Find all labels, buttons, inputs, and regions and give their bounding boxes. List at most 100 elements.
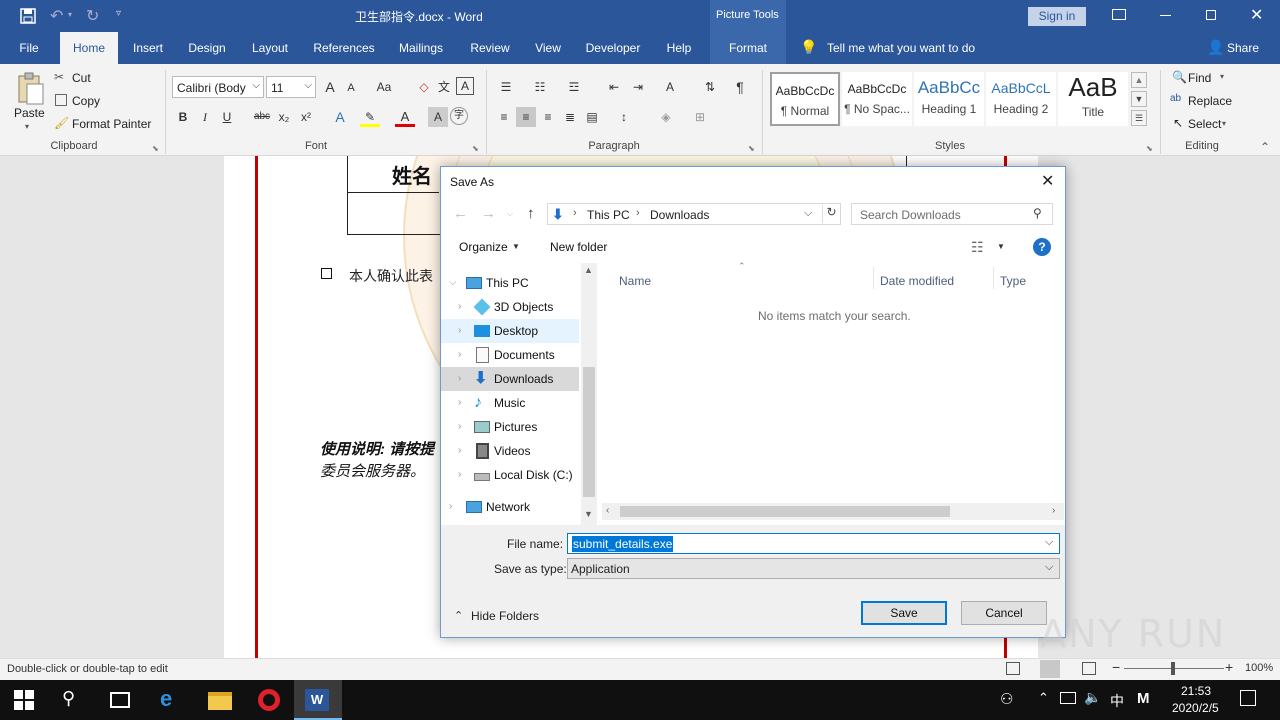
clock-time[interactable]: 21:53 xyxy=(1181,684,1211,698)
expand-chevron-icon[interactable]: › xyxy=(458,439,461,463)
show-formatting-icon[interactable]: ¶ xyxy=(730,77,750,97)
column-header-date-modified[interactable]: Date modified xyxy=(880,274,954,288)
highlight-color-icon[interactable]: ✎ xyxy=(360,107,380,127)
share-button[interactable]: Share xyxy=(1227,41,1259,55)
restore-icon[interactable] xyxy=(1206,10,1216,20)
task-view-icon[interactable] xyxy=(110,692,130,708)
search-input[interactable]: Search Downloads xyxy=(860,208,961,222)
shading-icon[interactable]: ◈ xyxy=(656,107,676,127)
show-hidden-icons-icon[interactable]: ⌃ xyxy=(1038,690,1049,706)
people-icon[interactable]: ⚇ xyxy=(1000,690,1013,708)
save-button[interactable]: Save xyxy=(861,601,947,625)
style-heading-1[interactable]: AaBbCc Heading 1 xyxy=(914,72,984,126)
tab-layout[interactable]: Layout xyxy=(244,32,296,64)
breadcrumb-this-pc[interactable]: This PC xyxy=(587,208,630,222)
save-as-type-select[interactable]: Application ⌵ xyxy=(567,558,1060,579)
minimize-icon[interactable] xyxy=(1160,15,1171,16)
phonetic-guide-icon[interactable]: 文 xyxy=(434,77,454,97)
styles-more-icon[interactable]: ☰ xyxy=(1131,110,1147,126)
paragraph-launcher-icon[interactable]: ⬊ xyxy=(748,144,755,153)
edge-browser-icon[interactable]: e xyxy=(160,686,172,712)
tree-item-documents[interactable]: › Documents xyxy=(441,343,579,367)
clear-formatting-icon[interactable]: ◇ xyxy=(414,77,434,97)
paste-dropdown-icon[interactable]: ▾ xyxy=(25,122,29,131)
collapse-chevron-icon[interactable]: ⌵ xyxy=(449,271,457,295)
chevron-down-icon[interactable]: ⌵ xyxy=(252,80,260,91)
expand-chevron-icon[interactable]: › xyxy=(458,415,461,439)
expand-chevron-icon[interactable]: › xyxy=(458,367,461,391)
back-arrow-icon[interactable]: ← xyxy=(453,205,477,225)
dialog-close-icon[interactable]: ✕ xyxy=(1041,171,1054,191)
column-header-type[interactable]: Type xyxy=(1000,274,1026,288)
address-bar[interactable]: ⬇ › This PC › Downloads ⌵ ↻ xyxy=(547,203,841,225)
chevron-down-icon[interactable]: ⌵ xyxy=(1045,561,1053,574)
ime-mode[interactable]: 中 xyxy=(1110,691,1124,711)
scroll-down-icon[interactable]: ▼ xyxy=(584,509,593,519)
clipboard-launcher-icon[interactable]: ⬊ xyxy=(152,144,159,153)
network-tray-icon[interactable] xyxy=(1060,692,1076,704)
sign-in-button[interactable]: Sign in xyxy=(1028,7,1086,26)
tab-file[interactable]: File xyxy=(8,32,50,64)
column-header-name[interactable]: Name xyxy=(619,274,651,288)
tree-item-desktop[interactable]: › Desktop xyxy=(441,319,579,343)
tab-developer[interactable]: Developer xyxy=(580,32,646,64)
hide-folders-chevron-icon[interactable]: ⌃ xyxy=(454,609,463,622)
organize-button[interactable]: Organize xyxy=(459,240,508,254)
zoom-in-icon[interactable]: + xyxy=(1225,659,1233,675)
scroll-up-icon[interactable]: ▲ xyxy=(584,265,593,275)
increase-indent-icon[interactable]: ⇥ xyxy=(628,77,648,97)
scroll-thumb[interactable] xyxy=(583,367,595,497)
tree-item-videos[interactable]: › Videos xyxy=(441,439,579,463)
windows-start-icon[interactable] xyxy=(14,690,34,710)
expand-chevron-icon[interactable]: › xyxy=(458,319,461,343)
undo-dropdown-icon[interactable]: ▾ xyxy=(68,10,72,19)
word-taskbar-button[interactable]: W xyxy=(294,680,342,720)
font-size-box[interactable]: 11 ⌵ xyxy=(266,76,316,98)
tree-item-downloads[interactable]: › ⬇ Downloads xyxy=(441,367,579,391)
expand-chevron-icon[interactable]: › xyxy=(458,295,461,319)
tab-review[interactable]: Review xyxy=(464,32,516,64)
tree-item-network[interactable]: › Network xyxy=(441,495,579,519)
view-options-icon[interactable]: ☷ xyxy=(971,239,984,256)
font-color-icon[interactable]: A xyxy=(395,107,415,127)
align-center-icon[interactable]: ≡ xyxy=(516,107,536,127)
bullets-icon[interactable]: ☰ xyxy=(496,77,516,97)
file-name-input[interactable]: submit_details.exe xyxy=(572,536,674,552)
undo-icon[interactable]: ↶ xyxy=(50,6,63,26)
decrease-indent-icon[interactable]: ⇤ xyxy=(604,77,624,97)
style-no-spacing[interactable]: AaBbCcDc ¶ No Spac... xyxy=(842,72,912,126)
cancel-button[interactable]: Cancel xyxy=(961,601,1047,625)
print-layout-icon[interactable] xyxy=(1040,660,1060,678)
tab-help[interactable]: Help xyxy=(658,32,700,64)
justify-icon[interactable]: ≣ xyxy=(560,107,580,127)
bold-icon[interactable]: B xyxy=(173,107,193,127)
italic-icon[interactable]: I xyxy=(195,107,215,127)
zoom-slider-thumb[interactable] xyxy=(1171,662,1175,675)
styles-launcher-icon[interactable]: ⬊ xyxy=(1146,144,1153,153)
tab-format[interactable]: Format xyxy=(710,32,786,64)
strikethrough-icon[interactable]: abc xyxy=(252,107,272,127)
help-icon[interactable]: ? xyxy=(1033,238,1051,256)
scroll-right-icon[interactable]: › xyxy=(1052,505,1055,516)
select-dropdown-icon[interactable]: ▾ xyxy=(1222,119,1226,128)
expand-chevron-icon[interactable]: › xyxy=(458,463,461,487)
grow-font-icon[interactable]: A xyxy=(320,77,340,97)
tab-references[interactable]: References xyxy=(308,32,380,64)
notifications-icon[interactable] xyxy=(1240,690,1256,706)
cut-button[interactable]: Cut xyxy=(72,71,91,85)
style-normal[interactable]: AaBbCcDc ¶ Normal xyxy=(770,72,840,126)
scroll-left-icon[interactable]: ‹ xyxy=(606,505,609,516)
save-icon[interactable] xyxy=(20,8,36,24)
tab-insert[interactable]: Insert xyxy=(124,32,172,64)
asian-layout-icon[interactable]: A xyxy=(660,77,680,97)
underline-icon[interactable]: U xyxy=(217,107,237,127)
tab-design[interactable]: Design xyxy=(180,32,234,64)
search-box[interactable]: Search Downloads ⚲ xyxy=(851,203,1053,225)
expand-chevron-icon[interactable]: › xyxy=(458,391,461,415)
line-spacing-icon[interactable]: ↕ xyxy=(614,107,634,127)
new-folder-button[interactable]: New folder xyxy=(550,240,607,254)
scroll-thumb[interactable] xyxy=(620,506,950,517)
customize-qat-icon[interactable]: ▿ xyxy=(116,8,121,19)
align-left-icon[interactable]: ≡ xyxy=(494,107,514,127)
expand-chevron-icon[interactable]: › xyxy=(449,495,452,519)
